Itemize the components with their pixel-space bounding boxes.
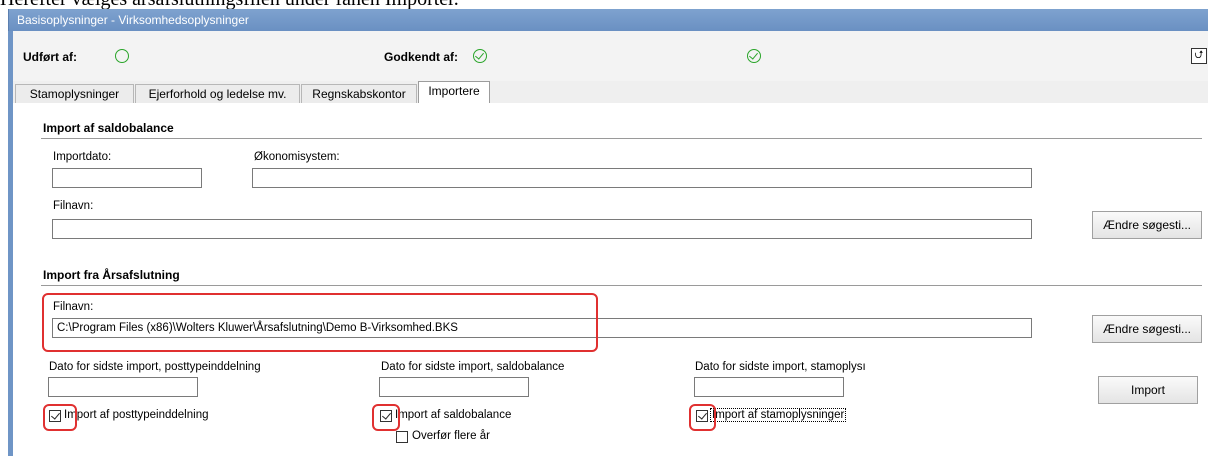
- transfer-years-checkbox[interactable]: [396, 431, 408, 443]
- date-posting-field[interactable]: [48, 377, 198, 397]
- balance-filename-label: Filnavn:: [53, 200, 94, 212]
- window-titlebar: Basisoplysninger - Virksomhedsoplysninge…: [8, 9, 1208, 31]
- posting-import-label: Import af posttypeinddelning: [64, 409, 209, 421]
- section-divider-2: [41, 285, 1202, 286]
- economy-system-field[interactable]: [252, 168, 1032, 188]
- date-master-label: Dato for sidste import, stamoplysı: [695, 361, 866, 373]
- tab-ejerforhold[interactable]: Ejerforhold og ledelse mv.: [135, 84, 300, 104]
- performed-status-icon[interactable]: [115, 49, 129, 63]
- approved-by-label: Godkendt af:: [384, 50, 458, 64]
- economy-system-label: Økonomisystem:: [254, 151, 340, 163]
- date-balance-field[interactable]: [379, 377, 529, 397]
- master-import-label: Import af stamoplysninger: [710, 408, 847, 422]
- import-button[interactable]: Import: [1098, 376, 1198, 404]
- year-end-change-path-button[interactable]: Ændre søgesti...: [1092, 315, 1202, 343]
- filename-highlight-box: [42, 293, 598, 352]
- tab-importere[interactable]: Importere: [418, 81, 490, 105]
- section-divider: [41, 138, 1202, 139]
- approval-status-bar: [13, 31, 1208, 82]
- tab-stamoplysninger[interactable]: Stamoplysninger: [15, 84, 134, 104]
- import-panel: [13, 103, 1208, 456]
- posting-checkbox-highlight: [43, 404, 77, 431]
- performed-by-label: Udført af:: [23, 50, 77, 64]
- master-checkbox-highlight: [689, 404, 716, 431]
- approved-check-icon-2[interactable]: [747, 49, 761, 63]
- expand-icon[interactable]: ⮍: [1191, 48, 1207, 64]
- import-date-label: Importdato:: [53, 151, 112, 163]
- date-posting-label: Dato for sidste import, posttypeinddelni…: [49, 361, 261, 373]
- import-year-end-title: Import fra Årsafslutning: [43, 268, 180, 282]
- window-title: Basisoplysninger - Virksomhedsoplysninge…: [17, 13, 249, 27]
- tab-regnskabskontor[interactable]: Regnskabskontor: [301, 84, 417, 104]
- balance-change-path-button[interactable]: Ændre søgesti...: [1092, 211, 1202, 239]
- import-date-field[interactable]: [52, 168, 202, 188]
- date-master-field[interactable]: [694, 377, 844, 397]
- balance-filename-field[interactable]: [52, 219, 1032, 239]
- import-balance-title: Import af saldobalance: [43, 121, 174, 135]
- approved-check-icon[interactable]: [473, 49, 487, 63]
- balance-checkbox-highlight: [372, 404, 400, 431]
- balance-import-label: Import af saldobalance: [395, 409, 512, 421]
- transfer-years-label: Overfør flere år: [412, 430, 490, 442]
- date-balance-label: Dato for sidste import, saldobalance: [381, 361, 565, 373]
